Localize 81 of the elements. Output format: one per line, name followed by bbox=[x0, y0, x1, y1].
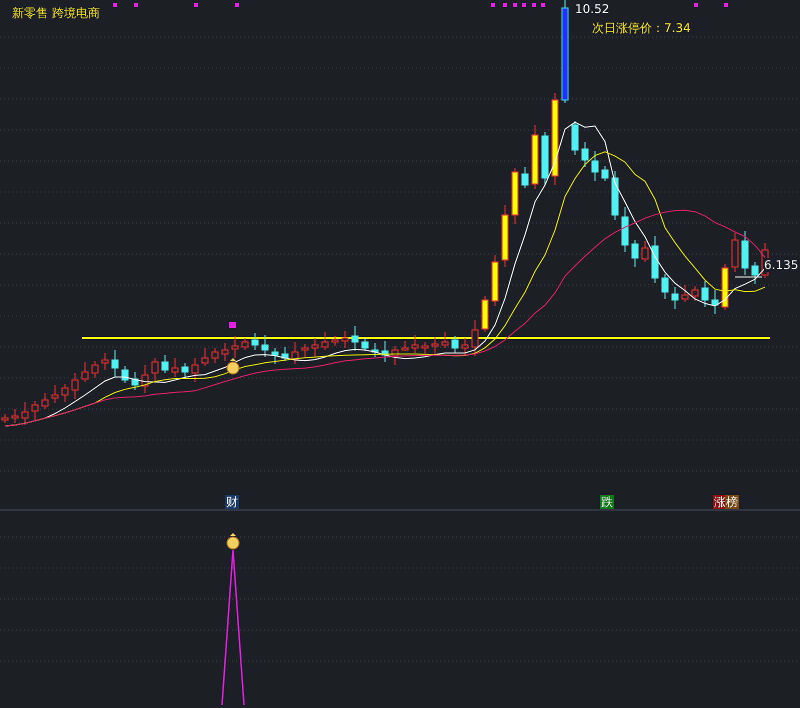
candlestick bbox=[52, 384, 58, 404]
candlestick bbox=[112, 350, 118, 378]
candlestick bbox=[302, 344, 308, 358]
candlestick bbox=[632, 240, 638, 268]
candlestick bbox=[272, 348, 278, 364]
candlestick bbox=[262, 334, 268, 358]
candlestick bbox=[742, 230, 748, 276]
candlestick bbox=[202, 348, 208, 366]
candlestick bbox=[662, 274, 668, 300]
candlestick bbox=[122, 366, 128, 384]
candlestick bbox=[332, 336, 338, 346]
candlestick bbox=[92, 360, 98, 378]
candlestick bbox=[32, 400, 38, 420]
candlestick bbox=[602, 166, 608, 182]
candlestick bbox=[12, 408, 18, 424]
candlestick bbox=[152, 358, 158, 382]
candlestick bbox=[512, 168, 518, 224]
candlestick bbox=[572, 120, 578, 156]
candlestick bbox=[282, 346, 288, 362]
candlestick bbox=[462, 338, 468, 356]
candlestick bbox=[62, 384, 68, 402]
candlestick bbox=[312, 338, 318, 358]
signal-tag: 榜 bbox=[725, 495, 739, 509]
candlestick bbox=[592, 150, 598, 182]
candlestick bbox=[252, 332, 258, 350]
candlestick bbox=[232, 336, 238, 358]
candlestick bbox=[612, 170, 618, 220]
price-label: 6.135 bbox=[764, 258, 798, 272]
candlestick bbox=[502, 204, 508, 268]
candlestick bbox=[322, 332, 328, 350]
signal-tag: 跌 bbox=[600, 495, 614, 509]
candlestick bbox=[702, 280, 708, 308]
candlestick bbox=[482, 296, 488, 332]
candlestick bbox=[452, 336, 458, 354]
candlestick bbox=[82, 362, 88, 382]
candlestick bbox=[292, 342, 298, 364]
candlestick bbox=[642, 240, 648, 262]
candlestick bbox=[182, 362, 188, 380]
candlestick bbox=[42, 392, 48, 410]
candlestick bbox=[582, 142, 588, 168]
next-limit-price-label: 次日涨停价：7.34 bbox=[592, 20, 691, 37]
candlestick bbox=[102, 352, 108, 370]
candlestick bbox=[242, 338, 248, 350]
candlestick bbox=[142, 364, 148, 394]
candlestick bbox=[392, 346, 398, 366]
candlestick bbox=[352, 326, 358, 352]
signal-tag: 财 bbox=[225, 495, 239, 509]
candlestick bbox=[652, 236, 658, 284]
candlestick bbox=[752, 262, 758, 284]
candlestick bbox=[362, 338, 368, 352]
candlestick bbox=[672, 286, 678, 310]
candlestick bbox=[22, 402, 28, 426]
candlestick bbox=[472, 320, 478, 356]
candlestick bbox=[692, 286, 698, 302]
candlestick bbox=[192, 358, 198, 382]
high-price-label: 10.52 bbox=[575, 2, 610, 16]
candlestick bbox=[522, 166, 528, 188]
candlestick bbox=[212, 348, 218, 364]
candlestick bbox=[222, 342, 228, 362]
candlestick bbox=[682, 284, 688, 302]
signal-square-icon bbox=[229, 322, 236, 328]
candlestick bbox=[422, 342, 428, 354]
candlestick bbox=[722, 264, 728, 310]
candlestick bbox=[162, 354, 168, 374]
candlestick bbox=[542, 132, 548, 186]
candlestick bbox=[622, 206, 628, 252]
candlestick bbox=[432, 336, 438, 354]
candlestick bbox=[342, 330, 348, 348]
candlestick bbox=[172, 358, 178, 378]
candlestick bbox=[442, 332, 448, 348]
candlestick bbox=[532, 124, 538, 190]
candlestick bbox=[412, 334, 418, 354]
candlestick bbox=[382, 340, 388, 362]
chart-title: 新零售 跨境电商 bbox=[12, 5, 100, 22]
candlestick bbox=[372, 342, 378, 358]
candlestick bbox=[732, 232, 738, 272]
candlestick bbox=[402, 340, 408, 352]
candlestick bbox=[492, 254, 498, 306]
candlestick bbox=[132, 372, 138, 390]
candlestick bbox=[72, 372, 78, 400]
candlestick bbox=[712, 290, 718, 314]
